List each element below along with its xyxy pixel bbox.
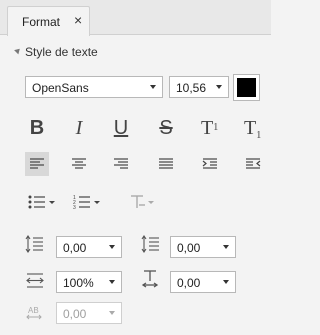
underline-icon: U bbox=[113, 117, 129, 139]
section-title: Style de texte bbox=[25, 45, 98, 59]
character-spacing-icon: AB bbox=[26, 306, 42, 320]
increase-indent-icon bbox=[202, 158, 217, 169]
text-case-button-disabled[interactable] bbox=[127, 190, 157, 214]
tab-close-icon[interactable]: × bbox=[74, 12, 82, 28]
panel-tabbar: Format × bbox=[0, 0, 271, 36]
font-color-swatch bbox=[237, 78, 256, 97]
strikethrough-icon: S bbox=[159, 117, 173, 139]
align-right-button[interactable] bbox=[109, 152, 133, 176]
chevron-down-icon bbox=[216, 85, 222, 89]
character-spacing-input[interactable]: 0,00 bbox=[56, 302, 122, 324]
character-spacing-value: 0,00 bbox=[63, 307, 87, 321]
space-after-input[interactable]: 0,00 bbox=[170, 236, 236, 258]
font-family-select[interactable]: OpenSans bbox=[25, 76, 163, 98]
space-before-icon bbox=[25, 235, 43, 253]
chevron-down-icon bbox=[150, 85, 156, 89]
line-spacing-icon bbox=[26, 273, 44, 288]
align-left-icon bbox=[30, 158, 44, 169]
space-after-value: 0,00 bbox=[177, 241, 201, 255]
italic-button[interactable]: I bbox=[67, 116, 91, 140]
align-left-button[interactable] bbox=[25, 152, 49, 176]
tab-format[interactable]: Format × bbox=[7, 6, 90, 36]
line-spacing-value: 100% bbox=[63, 276, 94, 290]
decrease-indent-icon bbox=[246, 158, 261, 169]
bullet-list-button[interactable] bbox=[25, 190, 57, 214]
superscript-icon: T1 bbox=[201, 118, 218, 138]
justify-button[interactable] bbox=[154, 152, 178, 176]
subscript-icon: T1 bbox=[244, 118, 261, 146]
bullet-list-icon bbox=[28, 195, 55, 209]
space-before-input[interactable]: 0,00 bbox=[56, 236, 122, 258]
underline-button[interactable]: U bbox=[109, 116, 133, 140]
align-justify-icon bbox=[159, 158, 173, 169]
increase-indent-button[interactable] bbox=[198, 152, 222, 176]
font-color-picker[interactable] bbox=[233, 74, 260, 101]
tab-format-label: Format bbox=[22, 15, 61, 29]
character-spacing-icon-text: AB bbox=[28, 306, 39, 315]
align-center-icon bbox=[72, 158, 86, 169]
numbered-list-icon: 123 bbox=[73, 195, 100, 211]
decrease-indent-button[interactable] bbox=[241, 152, 265, 176]
chevron-down-icon bbox=[223, 245, 229, 249]
superscript-base: T bbox=[201, 117, 214, 139]
line-spacing-input[interactable]: 100% bbox=[56, 271, 122, 293]
space-after-icon bbox=[141, 235, 159, 253]
superscript-mark: 1 bbox=[213, 122, 219, 133]
subscript-base: T bbox=[244, 117, 257, 139]
space-before-value: 0,00 bbox=[63, 241, 87, 255]
clear-format-icon bbox=[131, 195, 154, 208]
bold-icon: B bbox=[29, 117, 45, 139]
text-indent-icon bbox=[141, 270, 159, 288]
subscript-button[interactable]: T1 bbox=[241, 116, 265, 141]
font-size-value: 10,56 bbox=[176, 81, 207, 95]
align-right-icon bbox=[114, 158, 128, 169]
font-family-value: OpenSans bbox=[32, 81, 89, 95]
font-size-select[interactable]: 10,56 bbox=[169, 76, 229, 98]
superscript-button[interactable]: T1 bbox=[198, 116, 222, 140]
chevron-down-icon bbox=[223, 280, 229, 284]
italic-icon: I bbox=[75, 117, 83, 139]
chevron-down-icon bbox=[109, 311, 115, 315]
indent-value: 0,00 bbox=[177, 276, 201, 290]
indent-input[interactable]: 0,00 bbox=[170, 271, 236, 293]
chevron-down-icon bbox=[109, 280, 115, 284]
collapse-caret-icon[interactable] bbox=[14, 46, 22, 55]
svg-text:3: 3 bbox=[73, 205, 76, 211]
chevron-down-icon bbox=[109, 245, 115, 249]
bold-button[interactable]: B bbox=[25, 116, 49, 140]
subscript-mark: 1 bbox=[256, 130, 262, 141]
strikethrough-button[interactable]: S bbox=[154, 116, 178, 140]
numbered-list-button[interactable]: 123 bbox=[70, 190, 102, 214]
align-center-button[interactable] bbox=[67, 152, 91, 176]
